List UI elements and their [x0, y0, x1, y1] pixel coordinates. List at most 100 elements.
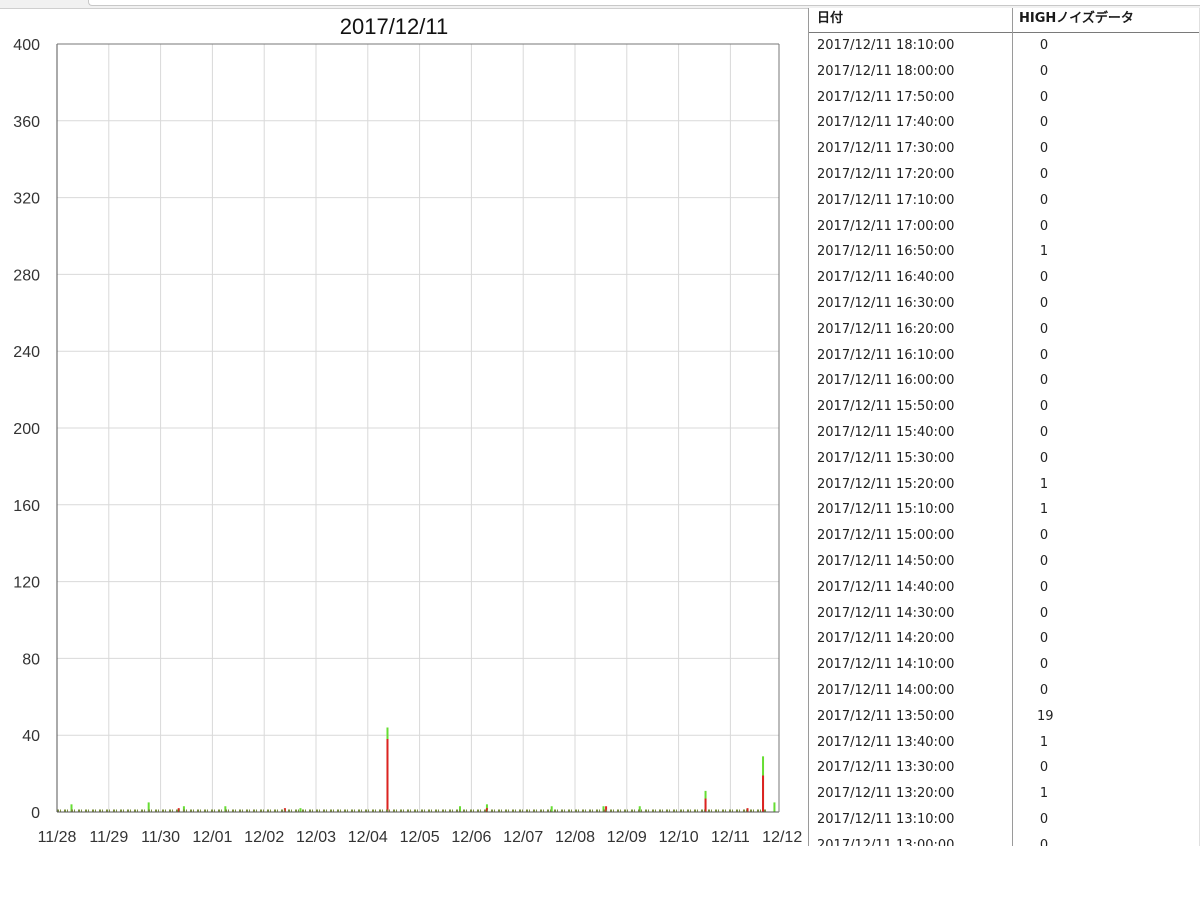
cell-high-noise-value: 0 — [1039, 424, 1049, 440]
table-row[interactable]: 2017/12/11 13:20:00 1 — [809, 781, 1200, 807]
chart-title: 2017/12/11 — [340, 14, 448, 39]
cell-high-noise-value: 1 — [1039, 502, 1049, 518]
cell-high-noise-value: 1 — [1039, 244, 1049, 260]
cell-high-noise-value: 0 — [1039, 373, 1049, 389]
table-row[interactable]: 2017/12/11 18:10:00 0 — [809, 33, 1200, 59]
table-row[interactable]: 2017/12/11 14:50:00 0 — [809, 549, 1200, 575]
y-tick-label: 360 — [13, 114, 40, 131]
table-row[interactable]: 2017/12/11 14:10:00 0 — [809, 652, 1200, 678]
cell-high-noise-value: 0 — [1039, 166, 1049, 182]
cell-date: 2017/12/11 14:50:00 — [817, 553, 955, 569]
y-tick-label: 40 — [22, 728, 40, 745]
cell-date: 2017/12/11 13:50:00 — [817, 708, 955, 724]
cell-date: 2017/12/11 17:00:00 — [817, 218, 955, 234]
x-tick-label: 11/28 — [38, 829, 77, 846]
cell-date: 2017/12/11 14:30:00 — [817, 605, 955, 621]
x-tick-label: 12/10 — [659, 829, 699, 846]
cell-date: 2017/12/11 13:10:00 — [817, 811, 955, 827]
column-header-high-noise[interactable]: HIGHノイズデータ — [1019, 9, 1134, 31]
table-row[interactable]: 2017/12/11 13:10:00 0 — [809, 807, 1200, 833]
cell-date: 2017/12/11 17:10:00 — [817, 192, 955, 208]
cell-date: 2017/12/11 16:30:00 — [817, 295, 955, 311]
cell-high-noise-value: 0 — [1039, 837, 1049, 846]
browser-tab-strip — [88, 0, 1200, 6]
table-row[interactable]: 2017/12/11 16:20:00 0 — [809, 317, 1200, 343]
table-row[interactable]: 2017/12/11 14:40:00 0 — [809, 575, 1200, 601]
cell-date: 2017/12/11 13:40:00 — [817, 734, 955, 750]
cell-date: 2017/12/11 16:00:00 — [817, 373, 955, 389]
table-row[interactable]: 2017/12/11 15:50:00 0 — [809, 394, 1200, 420]
cell-high-noise-value: 0 — [1039, 579, 1049, 595]
table-row[interactable]: 2017/12/11 13:50:00 19 — [809, 704, 1200, 730]
cell-date: 2017/12/11 15:20:00 — [817, 476, 955, 492]
cell-high-noise-value: 0 — [1039, 89, 1049, 105]
x-tick-label: 12/09 — [607, 829, 647, 846]
x-tick-label: 12/08 — [555, 829, 595, 846]
table-row[interactable]: 2017/12/11 14:20:00 0 — [809, 626, 1200, 652]
table-row[interactable]: 2017/12/11 17:40:00 0 — [809, 110, 1200, 136]
cell-high-noise-value: 0 — [1039, 38, 1049, 53]
cell-high-noise-value: 1 — [1039, 786, 1049, 802]
cell-date: 2017/12/11 15:10:00 — [817, 502, 955, 518]
cell-date: 2017/12/11 14:40:00 — [817, 579, 955, 595]
cell-date: 2017/12/11 13:30:00 — [817, 760, 955, 776]
cell-date: 2017/12/11 15:40:00 — [817, 424, 955, 440]
cell-high-noise-value: 0 — [1039, 347, 1049, 363]
x-tick-label: 12/07 — [503, 829, 543, 846]
table-row[interactable]: 2017/12/11 16:30:00 0 — [809, 291, 1200, 317]
table-row[interactable]: 2017/12/11 13:40:00 1 — [809, 730, 1200, 756]
table-body: 2017/12/11 18:10:00 0 2017/12/11 18:00:00 0… — [809, 33, 1200, 846]
table-row[interactable]: 2017/12/11 17:10:00 0 — [809, 188, 1200, 214]
cell-high-noise-value: 0 — [1039, 218, 1049, 234]
cell-high-noise-value: 0 — [1039, 295, 1049, 311]
y-tick-label: 160 — [13, 498, 40, 515]
x-tick-label: 12/04 — [348, 829, 388, 846]
table-row[interactable]: 2017/12/11 15:00:00 0 — [809, 523, 1200, 549]
table-row[interactable]: 2017/12/11 17:00:00 0 — [809, 214, 1200, 240]
x-tick-label: 12/12 — [762, 829, 802, 846]
cell-high-noise-value: 0 — [1039, 270, 1049, 286]
table-row[interactable]: 2017/12/11 15:30:00 0 — [809, 446, 1200, 472]
x-tick-label: 12/11 — [711, 829, 750, 846]
table-row[interactable]: 2017/12/11 14:00:00 0 — [809, 678, 1200, 704]
cell-high-noise-value: 0 — [1039, 682, 1049, 698]
y-tick-label: 80 — [22, 651, 40, 668]
table-row[interactable]: 2017/12/11 15:40:00 0 — [809, 420, 1200, 446]
table-row[interactable]: 2017/12/11 16:00:00 0 — [809, 368, 1200, 394]
cell-high-noise-value: 0 — [1039, 760, 1049, 776]
table-row[interactable]: 2017/12/11 16:50:00 1 — [809, 239, 1200, 265]
table-row[interactable]: 2017/12/11 16:40:00 0 — [809, 265, 1200, 291]
y-tick-label: 240 — [13, 344, 40, 361]
table-row[interactable]: 2017/12/11 18:00:00 0 — [809, 59, 1200, 85]
table-row[interactable]: 2017/12/11 15:20:00 1 — [809, 472, 1200, 498]
cell-high-noise-value: 1 — [1039, 476, 1049, 492]
x-tick-label: 12/01 — [192, 829, 232, 846]
table-row[interactable]: 2017/12/11 17:50:00 0 — [809, 85, 1200, 111]
table-row[interactable]: 2017/12/11 17:20:00 0 — [809, 162, 1200, 188]
cell-high-noise-value: 0 — [1039, 192, 1049, 208]
cell-date: 2017/12/11 14:20:00 — [817, 631, 955, 647]
table-row[interactable]: 2017/12/11 17:30:00 0 — [809, 136, 1200, 162]
cell-high-noise-value: 0 — [1039, 553, 1049, 569]
cell-date: 2017/12/11 14:00:00 — [817, 682, 955, 698]
table-row[interactable]: 2017/12/11 13:30:00 0 — [809, 755, 1200, 781]
cell-date: 2017/12/11 17:40:00 — [817, 115, 955, 131]
cell-high-noise-value: 0 — [1039, 450, 1049, 466]
x-tick-label: 11/29 — [89, 829, 128, 846]
cell-date: 2017/12/11 15:00:00 — [817, 528, 955, 544]
cell-high-noise-value: 0 — [1039, 399, 1049, 415]
cell-date: 2017/12/11 17:20:00 — [817, 166, 955, 182]
cell-date: 2017/12/11 14:10:00 — [817, 657, 955, 673]
table-row[interactable]: 2017/12/11 14:30:00 0 — [809, 601, 1200, 627]
chart-svg: 2017/12/11 0 40 80 120 160 200 240 280 320 360 400… — [13, 14, 802, 846]
table-row[interactable]: 2017/12/11 15:10:00 1 — [809, 497, 1200, 523]
table-row[interactable]: 2017/12/11 16:10:00 0 — [809, 343, 1200, 369]
cell-high-noise-value: 0 — [1039, 141, 1049, 157]
y-tick-label: 0 — [31, 805, 40, 822]
column-header-date[interactable]: 日付 — [817, 9, 843, 31]
cell-high-noise-value: 1 — [1039, 734, 1049, 750]
x-tick-label: 12/05 — [400, 829, 440, 846]
cell-date: 2017/12/11 17:30:00 — [817, 141, 955, 157]
table-row[interactable]: 2017/12/11 13:00:00 0 — [809, 833, 1200, 846]
table-header: 日付 HIGHノイズデータ — [809, 8, 1200, 33]
